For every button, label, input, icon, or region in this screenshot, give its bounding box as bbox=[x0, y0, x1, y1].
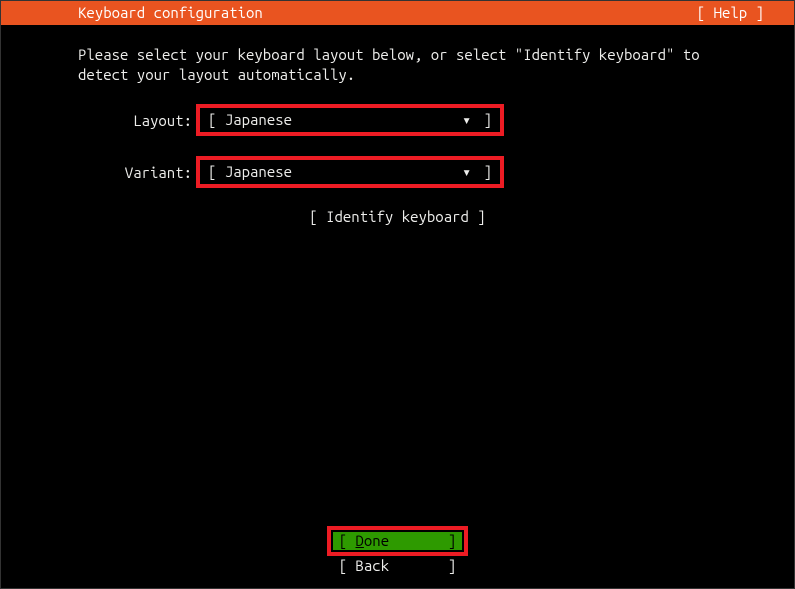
identify-keyboard-button[interactable]: [ Identify keyboard ] bbox=[309, 208, 485, 225]
back-button[interactable]: [ Back ] bbox=[333, 557, 463, 574]
help-button[interactable]: [ Help ] bbox=[697, 1, 774, 25]
header-bar: Keyboard configuration [ Help ] bbox=[1, 1, 794, 25]
chevron-down-icon: ▾ bbox=[462, 162, 471, 182]
variant-select[interactable]: [ Japanese▾ ] bbox=[196, 156, 504, 188]
layout-value: Japanese bbox=[225, 110, 462, 130]
layout-row: Layout: [ Japanese▾ ] bbox=[78, 104, 717, 136]
identify-row: [ Identify keyboard ] bbox=[78, 208, 717, 225]
done-highlight: [ Done ] bbox=[327, 526, 469, 556]
done-button[interactable]: [ Done ] bbox=[333, 532, 463, 550]
variant-row: Variant: [ Japanese▾ ] bbox=[78, 156, 717, 188]
content-area: Please select your keyboard layout below… bbox=[1, 25, 794, 225]
variant-value: Japanese bbox=[225, 162, 462, 182]
page-title: Keyboard configuration bbox=[78, 1, 263, 25]
layout-label: Layout: bbox=[78, 112, 196, 129]
layout-select[interactable]: [ Japanese▾ ] bbox=[196, 104, 504, 136]
instruction-text: Please select your keyboard layout below… bbox=[78, 45, 717, 84]
footer-buttons: [ Done ] [ Back ] bbox=[1, 526, 794, 574]
variant-label: Variant: bbox=[78, 164, 196, 181]
chevron-down-icon: ▾ bbox=[462, 110, 471, 130]
